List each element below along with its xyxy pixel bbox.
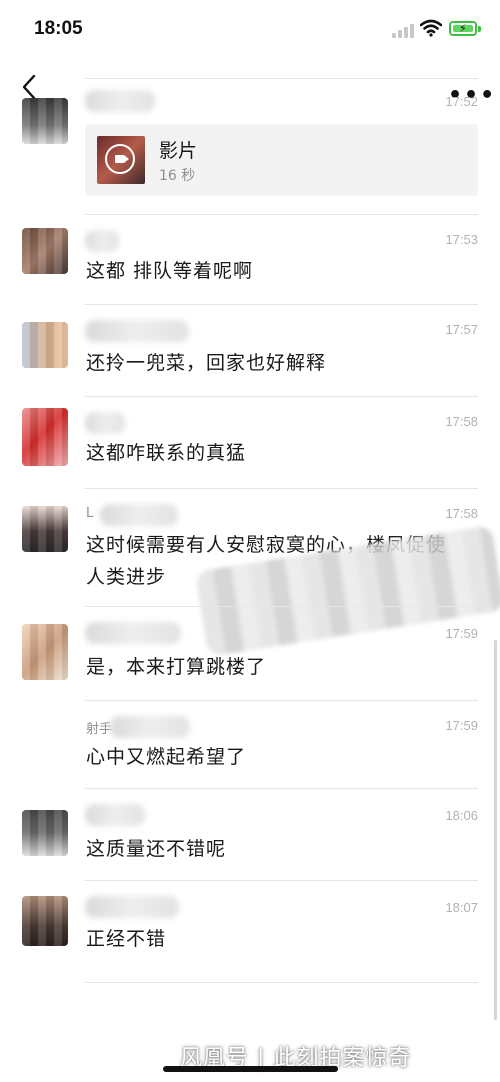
divider [85, 982, 478, 983]
avatar[interactable] [22, 810, 68, 856]
list-item[interactable]: 17:59 是，本来打算跳楼了 [0, 606, 500, 700]
sender-name: L [86, 506, 94, 521]
divider [85, 304, 478, 305]
divider [85, 700, 478, 701]
message-time: 18:06 [445, 808, 478, 823]
message-text: 正经不错 [86, 928, 167, 950]
sender-name-blurred [110, 716, 190, 738]
avatar[interactable] [22, 506, 68, 552]
divider [85, 396, 478, 397]
message-time: 17:58 [445, 414, 478, 429]
message-text-line-2: 人类进步 [86, 566, 167, 588]
avatar[interactable] [22, 322, 68, 368]
wifi-icon [420, 19, 442, 37]
message-text: 这都 排队等着呢啊 [86, 260, 254, 282]
video-message-card[interactable]: 影片 16 秒 [85, 124, 478, 196]
list-item[interactable]: 射手 17:59 心中又燃起希望了 [0, 700, 500, 788]
sender-name-blurred [85, 622, 181, 644]
sender-name-blurred [85, 230, 119, 252]
video-camera-icon [105, 144, 135, 174]
signal-icon [392, 22, 416, 38]
list-item[interactable]: 17:58 这都咋联系的真猛 [0, 396, 500, 488]
message-time: 17:57 [445, 322, 478, 337]
battery-cap [478, 26, 481, 32]
battery-icon: ⚡ [449, 21, 477, 36]
sender-name-blurred [100, 504, 178, 526]
status-time: 18:05 [34, 18, 83, 39]
avatar[interactable] [22, 408, 68, 466]
scrollbar[interactable] [494, 640, 497, 1020]
divider [85, 788, 478, 789]
sender-name-blurred [85, 896, 179, 918]
message-time: 17:52 [445, 94, 478, 109]
divider [85, 488, 478, 489]
sender-name-blurred [85, 412, 125, 434]
video-duration: 16 秒 [159, 168, 196, 184]
video-thumbnail [97, 136, 145, 184]
sender-name: 射手 [86, 722, 113, 737]
message-time: 17:53 [445, 232, 478, 247]
list-item[interactable]: 17:57 还拎一兜菜，回家也好解释 [0, 304, 500, 396]
list-item[interactable]: 17:53 这都 排队等着呢啊 [0, 214, 500, 304]
home-indicator[interactable] [163, 1066, 338, 1072]
message-text: 心中又燃起希望了 [86, 746, 247, 768]
message-text: 是，本来打算跳楼了 [86, 656, 267, 678]
divider [85, 880, 478, 881]
message-text: 还拎一兜菜，回家也好解释 [86, 352, 327, 374]
avatar[interactable] [22, 624, 68, 680]
avatar[interactable] [22, 98, 68, 144]
avatar[interactable] [22, 896, 68, 946]
video-title: 影片 [159, 140, 198, 162]
message-time: 17:59 [445, 718, 478, 733]
avatar[interactable] [22, 228, 68, 274]
message-text: 这都咋联系的真猛 [86, 442, 247, 464]
message-text: 这质量还不错呢 [86, 838, 227, 860]
divider [85, 78, 478, 79]
sender-name-blurred [85, 90, 155, 112]
divider [85, 606, 478, 607]
message-time: 18:07 [445, 900, 478, 915]
sender-name-blurred [85, 320, 189, 342]
list-item[interactable]: 18:06 这质量还不错呢 [0, 788, 500, 880]
message-time: 17:58 [445, 506, 478, 521]
sender-name-blurred [85, 804, 145, 826]
message-time: 17:59 [445, 626, 478, 641]
status-bar: 18:05 ⚡ [0, 0, 500, 60]
list-item[interactable]: 18:07 正经不错 [0, 880, 500, 980]
divider [85, 214, 478, 215]
